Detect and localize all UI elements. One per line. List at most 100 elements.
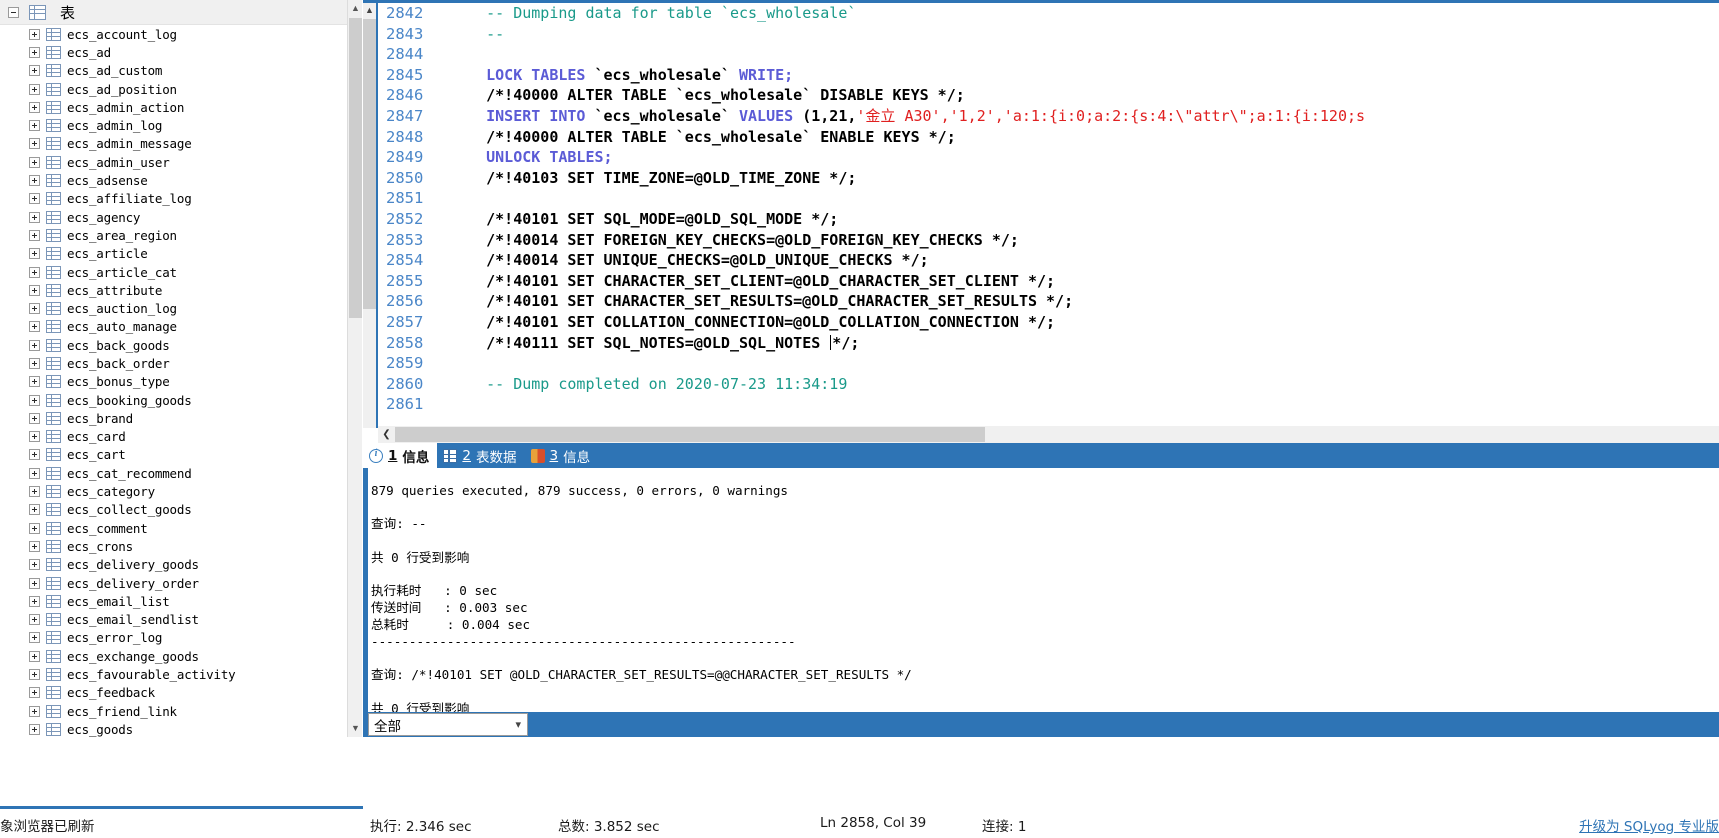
tree-item-ecs_email_list[interactable]: ecs_email_list — [0, 592, 362, 610]
tree-item-ecs_cart[interactable]: ecs_cart — [0, 446, 362, 464]
tree-item-ecs_ad_custom[interactable]: ecs_ad_custom — [0, 62, 362, 80]
expand-icon[interactable] — [29, 614, 40, 626]
tree-item-ecs_error_log[interactable]: ecs_error_log — [0, 629, 362, 647]
expand-icon[interactable] — [29, 486, 40, 498]
tree-item-ecs_brand[interactable]: ecs_brand — [0, 409, 362, 427]
sql-code-area[interactable]: 2842 -- Dumping data for table `ecs_whol… — [378, 3, 1719, 421]
tree-item-ecs_booking_goods[interactable]: ecs_booking_goods — [0, 391, 362, 409]
tree-root-tables[interactable]: 表 — [0, 0, 362, 25]
tree-item-ecs_ad[interactable]: ecs_ad — [0, 43, 362, 61]
tree-item-ecs_goods[interactable]: ecs_goods — [0, 720, 362, 737]
result-tab-2[interactable]: 2 表数据 — [437, 443, 524, 468]
tree-item-ecs_bonus_type[interactable]: ecs_bonus_type — [0, 373, 362, 391]
expand-icon[interactable] — [29, 577, 40, 589]
tree-item-ecs_delivery_goods[interactable]: ecs_delivery_goods — [0, 556, 362, 574]
tree-item-ecs_crons[interactable]: ecs_crons — [0, 537, 362, 555]
expand-icon[interactable] — [29, 559, 40, 571]
tree-item-ecs_collect_goods[interactable]: ecs_collect_goods — [0, 501, 362, 519]
expand-icon[interactable] — [29, 211, 40, 223]
editor-scroll-up-arrow[interactable]: ▲ — [363, 3, 376, 17]
expand-icon[interactable] — [29, 321, 40, 333]
expand-icon[interactable] — [29, 467, 40, 479]
expand-icon[interactable] — [29, 229, 40, 241]
editor-hscroll-thumb[interactable] — [395, 427, 985, 442]
object-browser-scrollbar[interactable]: ▲ ▼ — [347, 0, 362, 737]
tree-item-ecs_attribute[interactable]: ecs_attribute — [0, 281, 362, 299]
tree-item-ecs_feedback[interactable]: ecs_feedback — [0, 684, 362, 702]
expand-icon[interactable] — [29, 120, 40, 132]
editor-scroll-left-arrow[interactable]: ❮ — [378, 426, 395, 443]
expand-icon[interactable] — [29, 303, 40, 315]
expand-icon[interactable] — [29, 412, 40, 424]
expand-icon[interactable] — [29, 175, 40, 187]
upgrade-link[interactable]: 升级为 SQLyog 专业版 — [1579, 815, 1719, 835]
tree-item-ecs_auto_manage[interactable]: ecs_auto_manage — [0, 318, 362, 336]
expand-icon[interactable] — [29, 284, 40, 296]
result-filter-dropdown[interactable]: 全部 ▾ — [368, 713, 528, 736]
expand-icon[interactable] — [29, 669, 40, 681]
expand-icon[interactable] — [29, 83, 40, 95]
tree-item-ecs_comment[interactable]: ecs_comment — [0, 519, 362, 537]
tree-item-ecs_adsense[interactable]: ecs_adsense — [0, 171, 362, 189]
editor-hscroll-track[interactable] — [395, 426, 1719, 443]
tree-item-ecs_account_log[interactable]: ecs_account_log — [0, 25, 362, 43]
expand-icon[interactable] — [29, 138, 40, 150]
tree-item-ecs_friend_link[interactable]: ecs_friend_link — [0, 702, 362, 720]
expand-icon[interactable] — [29, 376, 40, 388]
expand-icon[interactable] — [29, 723, 40, 735]
code-token: /*!40000 ALTER TABLE `ecs_wholesale` ENA… — [450, 127, 956, 146]
expand-icon[interactable] — [29, 156, 40, 168]
tree-item-ecs_back_order[interactable]: ecs_back_order — [0, 354, 362, 372]
tree-item-ecs_auction_log[interactable]: ecs_auction_log — [0, 299, 362, 317]
tree-item-ecs_area_region[interactable]: ecs_area_region — [0, 226, 362, 244]
expand-icon[interactable] — [29, 705, 40, 717]
result-tab-3[interactable]: 3 信息 — [525, 443, 599, 468]
tree-item-ecs_admin_log[interactable]: ecs_admin_log — [0, 116, 362, 134]
tree-item-ecs_admin_message[interactable]: ecs_admin_message — [0, 135, 362, 153]
tree-item-ecs_affiliate_log[interactable]: ecs_affiliate_log — [0, 190, 362, 208]
scrollbar-thumb[interactable] — [349, 18, 362, 318]
expand-icon[interactable] — [29, 339, 40, 351]
expand-icon[interactable] — [29, 687, 40, 699]
expand-icon[interactable] — [29, 357, 40, 369]
tree-item-ecs_delivery_order[interactable]: ecs_delivery_order — [0, 574, 362, 592]
expand-icon[interactable] — [29, 248, 40, 260]
expand-icon[interactable] — [29, 266, 40, 278]
expand-icon[interactable] — [29, 46, 40, 58]
tree-item-ecs_category[interactable]: ecs_category — [0, 482, 362, 500]
tree-item-ecs_agency[interactable]: ecs_agency — [0, 208, 362, 226]
expand-icon[interactable] — [29, 522, 40, 534]
editor-vertical-scrollbar[interactable]: ▲ — [363, 3, 376, 428]
tree-item-ecs_ad_position[interactable]: ecs_ad_position — [0, 80, 362, 98]
editor-scrollbar-thumb[interactable] — [363, 19, 376, 309]
expand-icon[interactable] — [29, 504, 40, 516]
tree-item-ecs_article_cat[interactable]: ecs_article_cat — [0, 263, 362, 281]
expand-icon[interactable] — [29, 101, 40, 113]
tree-item-ecs_article[interactable]: ecs_article — [0, 245, 362, 263]
tree-item-ecs_card[interactable]: ecs_card — [0, 428, 362, 446]
expand-icon[interactable] — [29, 595, 40, 607]
expand-icon[interactable] — [29, 193, 40, 205]
scroll-down-arrow[interactable]: ▼ — [348, 720, 362, 737]
tree-item-ecs_email_sendlist[interactable]: ecs_email_sendlist — [0, 611, 362, 629]
collapse-icon[interactable] — [8, 6, 19, 18]
tree-item-ecs_exchange_goods[interactable]: ecs_exchange_goods — [0, 647, 362, 665]
expand-icon[interactable] — [29, 650, 40, 662]
expand-icon[interactable] — [29, 449, 40, 461]
tree-item-ecs_admin_user[interactable]: ecs_admin_user — [0, 153, 362, 171]
chevron-down-icon[interactable]: ▾ — [515, 718, 521, 731]
messages-output-area[interactable]: 879 queries executed, 879 success, 0 err… — [363, 468, 1719, 712]
expand-icon[interactable] — [29, 28, 40, 40]
tree-item-ecs_favourable_activity[interactable]: ecs_favourable_activity — [0, 665, 362, 683]
tree-item-ecs_cat_recommend[interactable]: ecs_cat_recommend — [0, 464, 362, 482]
expand-icon[interactable] — [29, 431, 40, 443]
tree-item-ecs_back_goods[interactable]: ecs_back_goods — [0, 336, 362, 354]
expand-icon[interactable] — [29, 540, 40, 552]
editor-horizontal-scrollbar[interactable]: ❮ — [378, 426, 1719, 443]
expand-icon[interactable] — [29, 632, 40, 644]
expand-icon[interactable] — [29, 394, 40, 406]
scroll-up-arrow[interactable]: ▲ — [348, 0, 362, 17]
expand-icon[interactable] — [29, 65, 40, 77]
result-tab-1[interactable]: 1信息 — [363, 443, 438, 468]
tree-item-ecs_admin_action[interactable]: ecs_admin_action — [0, 98, 362, 116]
